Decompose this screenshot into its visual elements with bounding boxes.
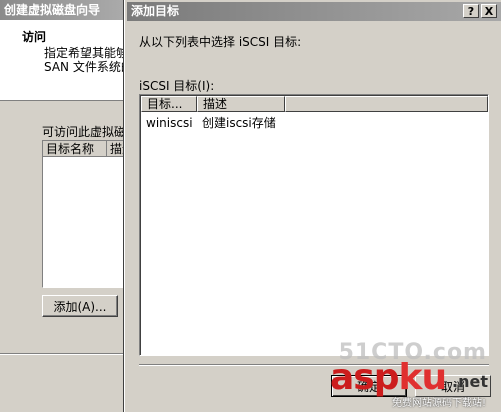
wizard-header: 访问 指定希望其能够 SAN 文件系统的 bbox=[0, 20, 128, 101]
target-name: winiscsi bbox=[146, 116, 193, 130]
watermark-logo: aspku bbox=[330, 357, 448, 398]
wizard-divider bbox=[0, 353, 128, 355]
column-header-target[interactable]: 目标... bbox=[141, 96, 197, 112]
wizard-description-line2: SAN 文件系统的 bbox=[44, 60, 128, 74]
add-button[interactable]: 添加(A)... bbox=[42, 295, 118, 317]
column-header-filler bbox=[285, 96, 488, 112]
wizard-target-list[interactable]: 目标名称 描述 bbox=[42, 140, 132, 288]
dialog-titlebar[interactable]: 添加目标 ? X bbox=[127, 2, 501, 21]
target-description: 创建iscsi存储 bbox=[202, 116, 276, 130]
close-icon[interactable]: X bbox=[481, 4, 497, 18]
watermark-brand-suffix: .net bbox=[452, 372, 488, 391]
watermark-brand-accent: ku bbox=[398, 357, 448, 398]
column-header-description[interactable]: 描述 bbox=[197, 96, 285, 112]
list-item[interactable]: winiscsi 创建iscsi存储 bbox=[146, 115, 276, 131]
wizard-heading: 访问 bbox=[22, 30, 47, 44]
watermark-brand-main: asp bbox=[330, 357, 399, 398]
instruction-text: 从以下列表中选择 iSCSI 目标: bbox=[139, 35, 302, 49]
wizard-access-label: 可访问此虚拟磁 bbox=[42, 125, 126, 139]
help-icon[interactable]: ? bbox=[463, 4, 479, 18]
watermark-subtitle: 免费网站源码下载站! bbox=[392, 398, 487, 409]
target-list[interactable]: 目标... 描述 winiscsi 创建iscsi存储 bbox=[139, 94, 489, 356]
target-list-label: iSCSI 目标(I): bbox=[139, 79, 215, 93]
dialog-title: 添加目标 bbox=[131, 4, 180, 18]
wizard-column-header-name[interactable]: 目标名称 bbox=[43, 141, 107, 157]
